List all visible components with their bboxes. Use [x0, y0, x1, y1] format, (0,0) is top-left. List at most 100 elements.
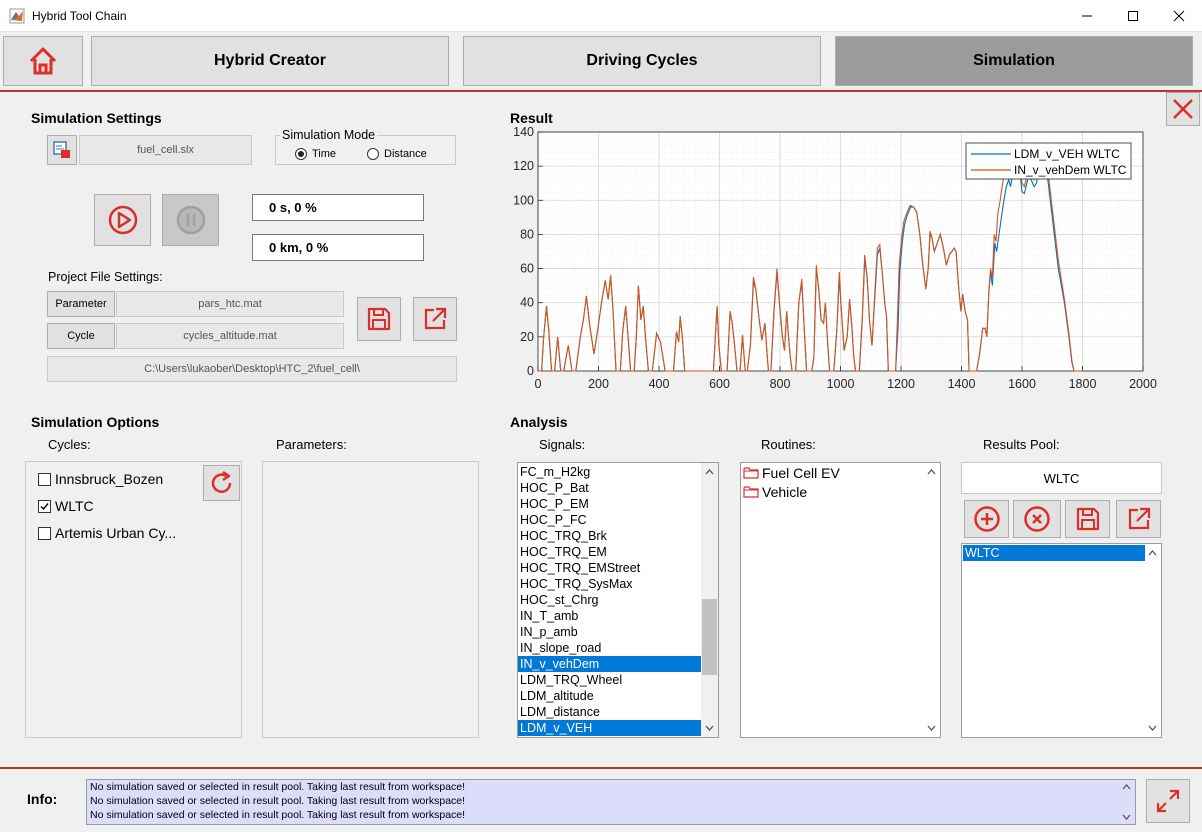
- signal-item[interactable]: HOC_st_Chrg: [518, 592, 702, 608]
- window-titlebar: Hybrid Tool Chain: [0, 0, 1202, 32]
- scroll-down-icon[interactable]: [1118, 811, 1135, 823]
- x-tick-label: 2000: [1129, 377, 1157, 391]
- signal-item[interactable]: HOC_TRQ_SysMax: [518, 576, 702, 592]
- pause-simulation-button[interactable]: [162, 194, 219, 246]
- signal-item[interactable]: LDM_distance: [518, 704, 702, 720]
- expand-info-button[interactable]: [1146, 779, 1190, 823]
- checkbox[interactable]: [38, 472, 51, 486]
- checkbox[interactable]: [38, 526, 51, 540]
- mode-distance-radio[interactable]: Distance: [367, 148, 427, 160]
- cycle-item-artemis-urban[interactable]: Artemis Urban Cy...: [38, 525, 176, 541]
- cycle-item-innsbruck-bozen[interactable]: Innsbruck_Bozen: [38, 471, 163, 487]
- scrollbar-thumb[interactable]: [702, 599, 717, 675]
- refresh-icon: [211, 470, 231, 493]
- x-tick-label: 400: [649, 377, 670, 391]
- tab-simulation[interactable]: Simulation: [835, 36, 1193, 86]
- signals-scrollbar[interactable]: [701, 463, 718, 737]
- mode-distance-label: Distance: [384, 148, 427, 160]
- signal-item[interactable]: HOC_TRQ_EM: [518, 544, 702, 560]
- cycle-label: Innsbruck_Bozen: [55, 471, 164, 487]
- results-pool-listbox[interactable]: WLTC: [961, 543, 1162, 738]
- signal-item[interactable]: IN_v_vehDem: [518, 656, 702, 672]
- y-tick-label: 40: [520, 296, 534, 310]
- signal-item[interactable]: LDM_altitude: [518, 688, 702, 704]
- routine-item-vehicle[interactable]: Vehicle: [743, 484, 807, 500]
- signal-item[interactable]: IN_T_amb: [518, 608, 702, 624]
- cycle-item-wltc[interactable]: WLTC: [38, 498, 94, 514]
- routines-scrollbar[interactable]: [923, 463, 940, 737]
- scroll-down-icon[interactable]: [701, 721, 718, 735]
- y-tick-label: 100: [513, 193, 534, 207]
- distance-progress-display: 0 km, 0 %: [252, 234, 424, 261]
- model-file-field: fuel_cell.slx: [79, 135, 252, 165]
- close-x-icon: [1173, 99, 1193, 119]
- open-model-button[interactable]: [47, 135, 77, 165]
- result-chart: 0 200 400 600 800 1000 1200 1400 1600 1800 2000 0 20…: [513, 125, 1157, 391]
- tab-driving-cycles[interactable]: Driving Cycles: [463, 36, 821, 86]
- signals-label: Signals:: [539, 437, 586, 452]
- home-button[interactable]: [3, 36, 83, 86]
- save-icon: [1076, 507, 1099, 531]
- window-title: Hybrid Tool Chain: [32, 9, 127, 23]
- scroll-up-icon[interactable]: [701, 465, 718, 479]
- mode-time-label: Time: [312, 148, 337, 160]
- legend-label: IN_v_vehDem WLTC: [1014, 163, 1127, 177]
- y-tick-label: 80: [520, 227, 534, 241]
- parameter-file-field: pars_htc.mat: [116, 291, 344, 317]
- save-pool-button[interactable]: [1065, 500, 1110, 538]
- export-icon: [424, 307, 447, 330]
- maximize-button[interactable]: [1110, 0, 1156, 32]
- x-tick-label: 200: [588, 377, 609, 391]
- simulation-settings-title: Simulation Settings: [31, 110, 162, 126]
- signal-item[interactable]: HOC_P_FC: [518, 512, 702, 528]
- export-project-button[interactable]: [413, 297, 457, 341]
- pool-scrollbar[interactable]: [1144, 544, 1161, 737]
- x-tick-label: 1800: [1069, 377, 1097, 391]
- signal-item[interactable]: LDM_TRQ_Wheel: [518, 672, 702, 688]
- routines-listbox[interactable]: Fuel Cell EV Vehicle: [740, 462, 941, 738]
- pool-name-input[interactable]: WLTC: [961, 462, 1162, 494]
- project-path-field: C:\Users\lukaober\Desktop\HTC_2\fuel_cel…: [47, 356, 457, 382]
- add-to-pool-button[interactable]: [964, 500, 1009, 538]
- legend-label: LDM_v_VEH WLTC: [1014, 147, 1120, 161]
- minimize-button[interactable]: [1064, 0, 1110, 32]
- info-label: Info:: [27, 791, 58, 807]
- signal-item[interactable]: IN_p_amb: [518, 624, 702, 640]
- signal-item[interactable]: FC_m_H2kg: [518, 464, 702, 480]
- parameter-button[interactable]: Parameter: [47, 291, 115, 317]
- save-project-button[interactable]: [357, 297, 401, 341]
- scroll-down-icon[interactable]: [923, 721, 940, 735]
- refresh-cycles-button[interactable]: [203, 465, 240, 501]
- close-panel-button[interactable]: [1166, 92, 1200, 126]
- x-tick-label: 1000: [827, 377, 855, 391]
- scroll-up-icon[interactable]: [923, 465, 940, 479]
- scroll-up-icon[interactable]: [1144, 546, 1161, 560]
- pause-icon: [176, 205, 205, 235]
- y-tick-label: 140: [513, 125, 534, 139]
- run-simulation-button[interactable]: [94, 194, 151, 246]
- scroll-up-icon[interactable]: [1118, 781, 1135, 793]
- pool-item-wltc[interactable]: WLTC: [963, 545, 1145, 561]
- signal-item[interactable]: HOC_TRQ_Brk: [518, 528, 702, 544]
- signal-item[interactable]: HOC_P_Bat: [518, 480, 702, 496]
- tab-label: Hybrid Creator: [213, 52, 327, 69]
- signals-listbox[interactable]: FC_m_H2kg HOC_P_Bat HOC_P_EM HOC_P_FC HOC_TR…: [517, 462, 719, 738]
- signal-item[interactable]: HOC_P_EM: [518, 496, 702, 512]
- checkbox[interactable]: [38, 499, 51, 513]
- export-icon: [1128, 507, 1150, 530]
- signal-item[interactable]: IN_slope_road: [518, 640, 702, 656]
- routine-item-fuel-cell-ev[interactable]: Fuel Cell EV: [743, 465, 840, 481]
- mode-time-radio[interactable]: Time: [295, 148, 336, 160]
- signal-item[interactable]: HOC_TRQ_EMStreet: [518, 560, 702, 576]
- remove-icon: [1024, 506, 1050, 532]
- radio-indicator: [295, 148, 307, 160]
- signal-item[interactable]: LDM_v_VEH: [518, 720, 702, 736]
- tab-hybrid-creator[interactable]: Hybrid Creator: [91, 36, 449, 86]
- scroll-down-icon[interactable]: [1144, 721, 1161, 735]
- remove-from-pool-button[interactable]: [1013, 500, 1061, 538]
- export-pool-button[interactable]: [1116, 500, 1161, 538]
- info-scrollbar[interactable]: [1118, 780, 1135, 824]
- cycle-button[interactable]: Cycle: [47, 323, 115, 349]
- window-close-button[interactable]: [1156, 0, 1202, 32]
- simulation-mode-title: Simulation Mode: [280, 128, 378, 142]
